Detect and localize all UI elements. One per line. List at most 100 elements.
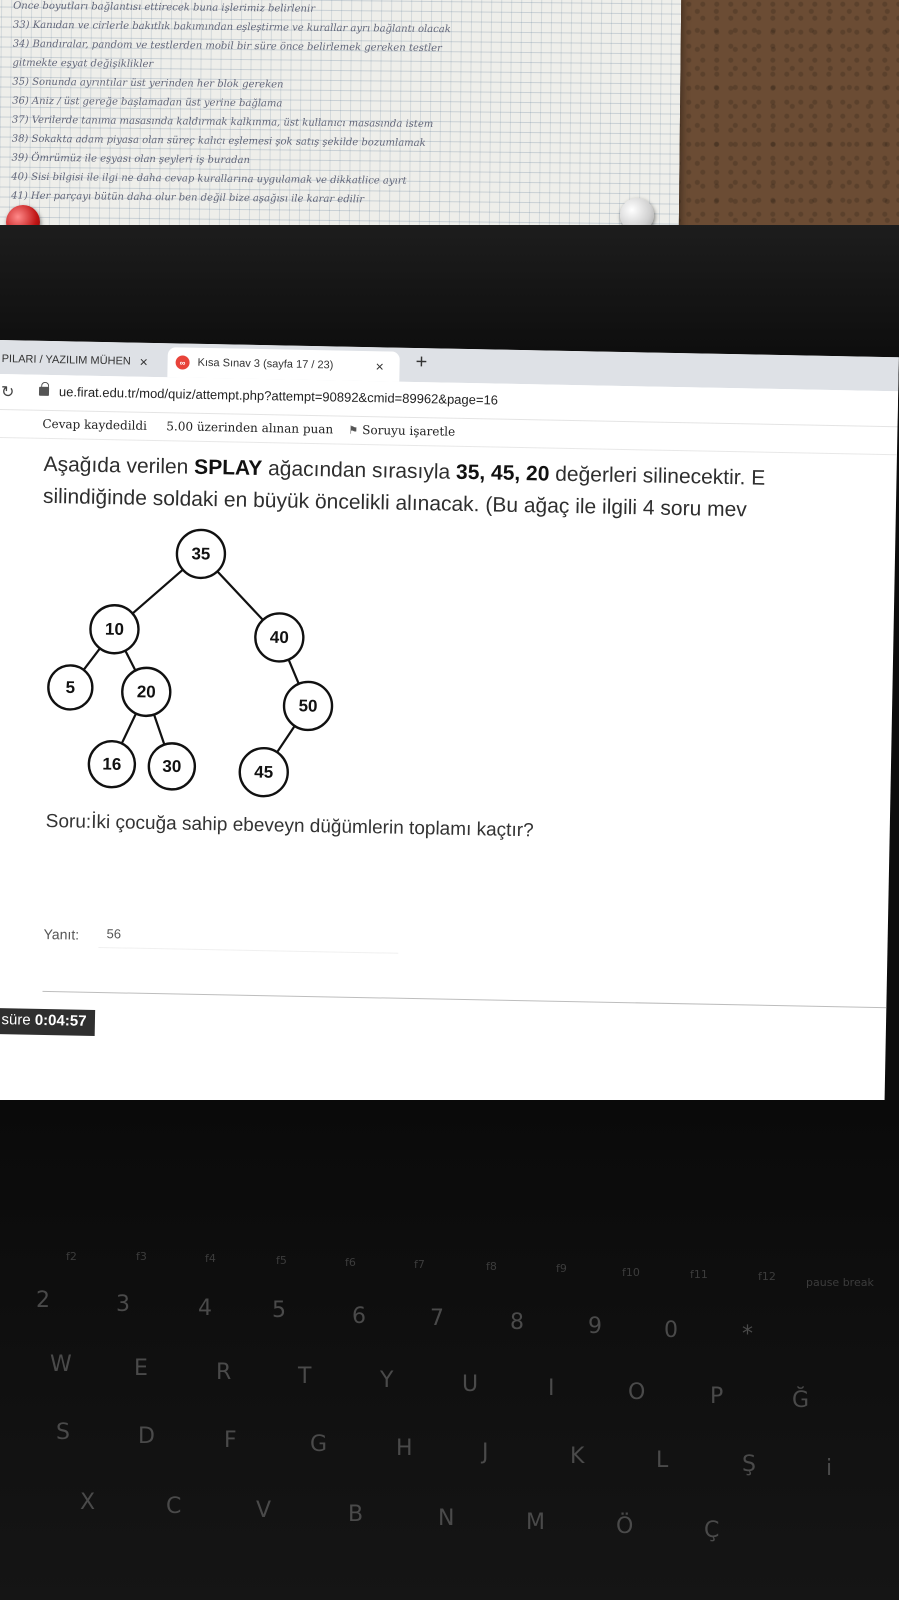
flag-label: Soruyu işaretle [362, 422, 456, 439]
tree-node: 35 [175, 528, 227, 580]
reload-icon[interactable]: ↻ [1, 382, 15, 402]
key: O [628, 1380, 646, 1405]
fn-key: f7 [414, 1258, 425, 1271]
question-text: Aşağıda verilen SPLAY ağacından sırasıyl… [43, 449, 899, 530]
moodle-favicon-icon: ∞ [175, 355, 190, 370]
note-line: 36) Aniz / üst gereğe başlamadan üst yer… [12, 95, 283, 110]
score-text: 5.00 üzerinden alınan puan [166, 419, 334, 437]
tree-node: 5 [47, 664, 94, 711]
key: F [224, 1428, 237, 1453]
key: W [50, 1352, 72, 1377]
svg-text:5: 5 [65, 678, 75, 697]
laptop-bezel [0, 225, 899, 360]
fn-key: f3 [136, 1250, 147, 1263]
answer-label: Yanıt: [43, 925, 80, 943]
key: X [80, 1490, 96, 1515]
svg-text:16: 16 [102, 755, 121, 774]
laptop-screen: PILARI / YAZILIM MÜHEN × ∞ Kısa Sınav 3 … [0, 340, 899, 1118]
svg-text:40: 40 [270, 628, 289, 647]
tree-node: 10 [89, 604, 140, 655]
svg-text:45: 45 [254, 762, 273, 781]
key: K [570, 1444, 585, 1469]
key: G [310, 1432, 328, 1457]
fn-key: f2 [66, 1250, 77, 1263]
question-fragment: Aşağıda verilen [43, 452, 195, 479]
key: 9 [588, 1314, 602, 1339]
new-tab-button[interactable]: + [415, 351, 427, 374]
tab-active[interactable]: ∞ Kısa Sınav 3 (sayfa 17 / 23) × [167, 347, 400, 382]
note-line: 38) Sokakta adam piyasa olan süreç kalıc… [11, 133, 426, 149]
tree-node: 40 [254, 612, 305, 663]
key: 2 [36, 1288, 50, 1313]
svg-text:35: 35 [191, 544, 210, 563]
fn-key: f10 [622, 1266, 640, 1279]
key: Ö [616, 1514, 634, 1539]
key: N [438, 1506, 455, 1531]
key: 8 [510, 1310, 524, 1335]
key: D [138, 1424, 155, 1449]
lock-icon[interactable] [38, 386, 50, 396]
question-fragment: ağacından sırasıyla [262, 457, 457, 484]
key: R [216, 1360, 232, 1385]
close-icon[interactable]: × [375, 358, 383, 374]
splay-tree-diagram: 35 10 40 5 20 50 16 30 45 [47, 528, 334, 798]
key: E [134, 1356, 148, 1381]
tree-node: 50 [282, 680, 334, 732]
fn-key: f8 [486, 1260, 497, 1273]
fn-key: f9 [556, 1262, 567, 1275]
timer-prefix: n süre [0, 1011, 31, 1029]
question-bold: 35, 45, 20 [455, 460, 550, 486]
status-text: Cevap kaydedildi [42, 416, 148, 433]
key: L [656, 1448, 669, 1473]
key: 4 [198, 1296, 212, 1321]
key: Ş [742, 1452, 756, 1477]
answer-input[interactable] [98, 920, 399, 954]
fn-key: f5 [276, 1254, 287, 1267]
key: 6 [352, 1304, 366, 1329]
key: I [548, 1376, 555, 1401]
timer-value: 0:04:57 [34, 1011, 87, 1030]
flag-icon: ⚑ [348, 423, 359, 437]
key: V [256, 1498, 272, 1523]
key: * [742, 1322, 753, 1347]
tab-label: Kısa Sınav 3 (sayfa 17 / 23) [197, 356, 334, 372]
fn-key: f12 [758, 1270, 776, 1283]
flag-question-link[interactable]: ⚑ Soruyu işaretle [348, 423, 455, 439]
note-line: 37) Verilerde tanıma masasında kaldırmak… [11, 114, 434, 131]
key: Y [380, 1368, 394, 1393]
note-line: 35) Sonunda ayrıntılar üst yerinden her … [12, 76, 284, 91]
note-line: 39) Ömrümüz ile eşyası olan şeyleri iş b… [11, 152, 250, 167]
tree-node: 16 [87, 740, 137, 789]
key: T [298, 1364, 312, 1389]
question-bold: SPLAY [193, 455, 263, 481]
key: H [396, 1436, 413, 1461]
divider [42, 990, 899, 1010]
close-icon[interactable]: × [139, 354, 147, 370]
key: S [56, 1420, 70, 1445]
key: 7 [430, 1306, 444, 1331]
svg-text:10: 10 [105, 620, 124, 639]
fn-key: pause break [806, 1276, 874, 1289]
note-line: 40) Sisi bilgisi ile ilgi ne daha cevap … [11, 171, 407, 187]
quiz-timer: n süre 0:04:57 [0, 1007, 95, 1036]
key: Ğ [792, 1388, 810, 1413]
key: B [348, 1502, 364, 1527]
key: i [826, 1456, 833, 1481]
key: 0 [664, 1318, 678, 1343]
fn-key: f11 [690, 1268, 708, 1281]
notebook-paper: Once boyutları bağlantısı ettirecek buna… [0, 0, 682, 244]
tree-node: 45 [238, 746, 289, 798]
sub-question-text: Soru:İki çocuğa sahip ebeveyn düğümlerin… [45, 810, 534, 842]
url-field[interactable]: ue.firat.edu.tr/mod/quiz/attempt.php?att… [59, 384, 498, 407]
fn-key: f6 [345, 1256, 356, 1269]
note-line: gitmekte eşyat değişiklikler [12, 57, 154, 71]
note-line: Once boyutları bağlantısı ettirecek buna… [13, 0, 316, 15]
tab-label: PILARI / YAZILIM MÜHEN [1, 353, 131, 368]
svg-text:30: 30 [162, 757, 181, 776]
note-line: 34) Bandıralar, pandom ve testlerden mob… [12, 38, 442, 55]
key: 3 [116, 1292, 130, 1317]
tab-inactive[interactable]: PILARI / YAZILIM MÜHEN × [0, 344, 160, 377]
key: Ç [704, 1518, 720, 1543]
tree-node: 30 [147, 742, 197, 791]
tree-node: 20 [121, 666, 172, 718]
